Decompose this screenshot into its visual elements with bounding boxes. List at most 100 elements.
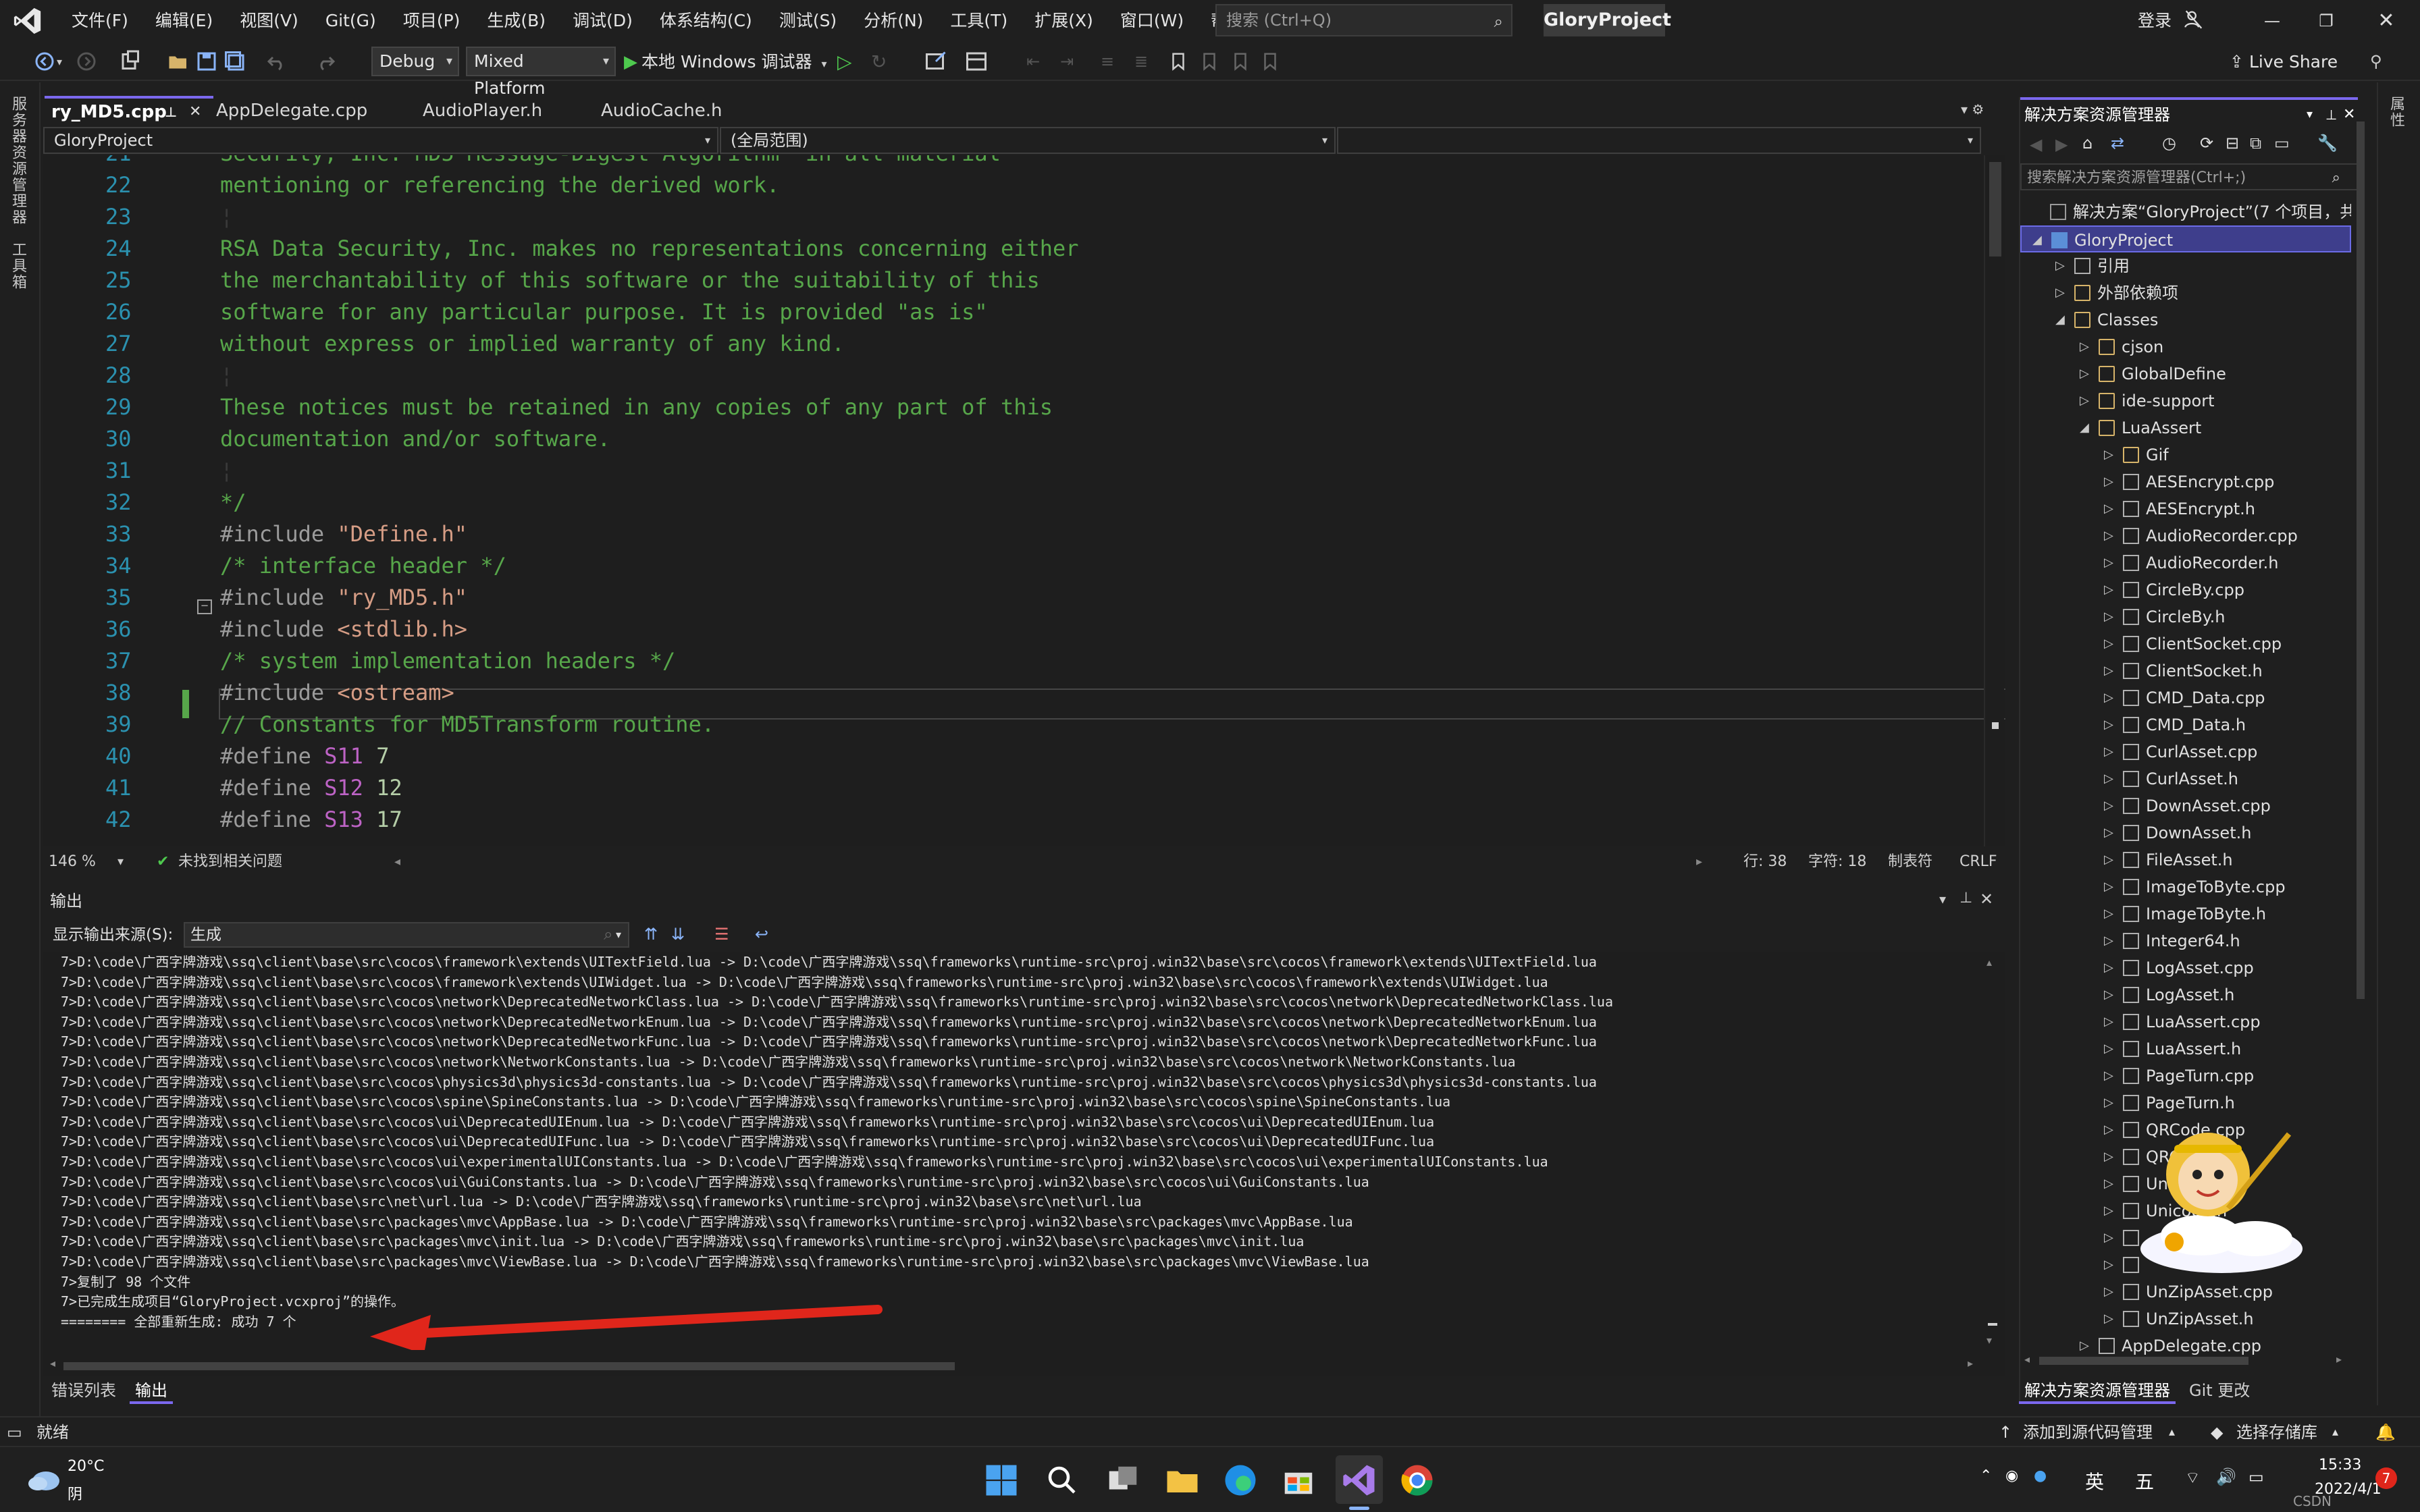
start-without-debugging-icon[interactable]: ▷ xyxy=(837,48,852,75)
collapsed-chevron-icon[interactable]: ▷ xyxy=(2104,1278,2113,1305)
tree-item[interactable]: ▷ PageTurn.cpp xyxy=(2020,1062,2351,1089)
tray-app-icon[interactable]: ◉ xyxy=(2005,1467,2018,1484)
collapsed-chevron-icon[interactable]: ▷ xyxy=(2104,1224,2113,1251)
code-line[interactable]: 28 ¦ xyxy=(43,360,1988,392)
solution-search-input[interactable]: 搜索解决方案资源管理器(Ctrl+;) ⌕ xyxy=(2020,163,2358,190)
line-ending-indicator[interactable]: CRLF xyxy=(1959,846,1997,878)
collapsed-chevron-icon[interactable]: ▷ xyxy=(2104,1035,2113,1062)
tree-item[interactable]: ▷ FileAsset.h xyxy=(2020,846,2351,873)
comment-out-icon[interactable]: ≡ xyxy=(1101,48,1114,75)
close-icon[interactable]: ✕ xyxy=(2343,100,2355,130)
tree-item[interactable]: ◢ Classes xyxy=(2020,306,2351,333)
tree-item[interactable]: ▷ DownAsset.cpp xyxy=(2020,792,2351,819)
back-icon[interactable]: ◀ xyxy=(2030,135,2042,154)
edge-browser-icon[interactable] xyxy=(1222,1462,1259,1498)
expanded-chevron-icon[interactable]: ◢ xyxy=(2080,414,2089,441)
navigate-forward-icon[interactable] xyxy=(74,48,99,75)
collapsed-chevron-icon[interactable]: ▷ xyxy=(2104,1062,2113,1089)
properties-tab[interactable]: 属性 xyxy=(2385,96,2406,128)
output-text-area[interactable]: 7>D:\code\广西字牌游戏\ssq\client\base\src\coc… xyxy=(43,952,2005,1357)
collapsed-chevron-icon[interactable]: ▷ xyxy=(2104,738,2113,765)
collapsed-chevron-icon[interactable]: ▷ xyxy=(2080,360,2089,387)
bookmark-clear-icon[interactable] xyxy=(1260,48,1280,75)
close-icon[interactable]: ✕ xyxy=(189,99,201,126)
weather-temperature[interactable]: 20°C xyxy=(68,1458,104,1475)
sync-icon[interactable]: ⟳ xyxy=(2200,134,2213,153)
code-line[interactable]: 39 // Constants for MD5Transform routine. xyxy=(43,709,1988,740)
forward-icon[interactable]: ▶ xyxy=(2055,135,2068,154)
collapsed-chevron-icon[interactable]: ▷ xyxy=(2104,1197,2113,1224)
tray-overflow-icon[interactable]: ⌃ xyxy=(1980,1467,1992,1484)
tree-item[interactable]: ◢ LuaAssert xyxy=(2020,414,2351,441)
menu-git[interactable]: Git(G) xyxy=(312,0,390,42)
notification-count-badge[interactable]: 7 xyxy=(2375,1467,2397,1489)
pin-icon[interactable]: ⊥ xyxy=(1959,890,1972,907)
select-repository-button[interactable]: 选择存储库 xyxy=(2236,1418,2317,1447)
menu-view[interactable]: 视图(V) xyxy=(226,0,312,42)
tree-item[interactable]: ▷ DownAsset.h xyxy=(2020,819,2351,846)
properties-wrench-icon[interactable]: 🔧 xyxy=(2317,134,2338,153)
scroll-left-icon[interactable]: ◂ xyxy=(394,846,400,878)
tree-item[interactable]: ▷ CMD_Data.cpp xyxy=(2020,684,2351,711)
tree-item[interactable]: ▷ ide-support xyxy=(2020,387,2351,414)
live-share-button[interactable]: ⇪ Live Share xyxy=(2230,47,2338,77)
tree-item[interactable]: ▷ AudioRecorder.h xyxy=(2020,549,2351,576)
ime-language-indicator[interactable]: 英 xyxy=(2085,1467,2104,1494)
code-line[interactable]: 40 #define S11 7 xyxy=(43,740,1988,772)
layout-icon[interactable] xyxy=(964,48,989,75)
battery-icon[interactable]: ▭ xyxy=(2248,1467,2264,1486)
hot-reload-icon[interactable]: ↻ xyxy=(871,48,887,75)
tree-item[interactable]: ▷ AudioRecorder.cpp xyxy=(2020,522,2351,549)
menu-edit[interactable]: 编辑(E) xyxy=(142,0,226,42)
scrollbar-thumb[interactable] xyxy=(2357,122,2365,999)
visual-studio-logo-icon[interactable] xyxy=(12,5,43,36)
save-icon[interactable] xyxy=(194,48,219,75)
collapsed-chevron-icon[interactable]: ▷ xyxy=(2104,792,2113,819)
line-indicator[interactable]: 行: 38 xyxy=(1743,846,1787,878)
tab-solution-explorer[interactable]: 解决方案资源管理器 xyxy=(2019,1377,2176,1404)
collapsed-chevron-icon[interactable]: ▷ xyxy=(2080,387,2089,414)
tree-item[interactable]: ▷ 引用 xyxy=(2020,252,2351,279)
code-line[interactable]: 30 documentation and/or software. xyxy=(43,423,1988,455)
code-line[interactable]: 22 mentioning or referencing the derived … xyxy=(43,169,1988,201)
tree-item[interactable]: ▷ LogAsset.cpp xyxy=(2020,954,2351,981)
panel-options-icon[interactable]: ▾ xyxy=(2307,100,2313,130)
new-project-icon[interactable] xyxy=(119,48,143,75)
next-message-icon[interactable]: ⇊ xyxy=(671,925,685,944)
uncomment-icon[interactable]: ≣ xyxy=(1134,48,1148,75)
undo-icon[interactable] xyxy=(265,48,289,75)
collapsed-chevron-icon[interactable]: ▷ xyxy=(2104,954,2113,981)
output-horizontal-scrollbar[interactable]: ◂ ▸ xyxy=(43,1357,2005,1376)
preview-icon[interactable]: ▭ xyxy=(2274,134,2290,153)
menu-window[interactable]: 窗口(W) xyxy=(1107,0,1197,42)
clock-time[interactable]: 15:33 xyxy=(2319,1457,2361,1474)
tab-error-list[interactable]: 错误列表 xyxy=(46,1377,122,1404)
open-file-icon[interactable] xyxy=(166,48,190,75)
navigate-back-icon[interactable]: ▾ xyxy=(32,48,62,75)
tabs-indicator[interactable]: 制表符 xyxy=(1888,846,1932,878)
scrollbar-thumb[interactable] xyxy=(1989,162,2001,256)
scrollbar-thumb[interactable] xyxy=(63,1362,955,1370)
tree-item[interactable]: ▷ ImageToByte.cpp xyxy=(2020,873,2351,900)
code-line[interactable]: 32 */ xyxy=(43,487,1988,518)
project-navigation-select[interactable]: GloryProject ▾ xyxy=(43,127,718,154)
solution-vertical-scrollbar[interactable] xyxy=(2357,122,2365,1384)
home-icon[interactable]: ⌂ xyxy=(2082,134,2093,153)
collapsed-chevron-icon[interactable]: ▷ xyxy=(2104,846,2113,873)
code-line[interactable]: 33 #include "Define.h" xyxy=(43,518,1988,550)
tab-audiocache-h[interactable]: AudioCache.h xyxy=(594,96,770,127)
clear-all-icon[interactable]: ☰ xyxy=(714,925,729,944)
server-explorer-tab[interactable]: 服务器资源管理器 xyxy=(7,96,28,225)
tab-appdelegate-cpp[interactable]: AppDelegate.cpp xyxy=(209,96,419,127)
close-icon[interactable]: ✕ xyxy=(1980,890,1993,909)
collapsed-chevron-icon[interactable]: ▷ xyxy=(2104,711,2113,738)
collapsed-chevron-icon[interactable]: ▷ xyxy=(2104,819,2113,846)
tree-item[interactable]: ▷ CircleBy.h xyxy=(2020,603,2351,630)
task-view-icon[interactable] xyxy=(1105,1462,1141,1498)
collapsed-chevron-icon[interactable]: ▷ xyxy=(2104,468,2113,495)
code-line[interactable]: 36 #include <stdlib.h> xyxy=(43,614,1988,645)
windows-start-icon[interactable] xyxy=(983,1462,1020,1498)
tab-output[interactable]: 输出 xyxy=(130,1377,173,1404)
feedback-icon[interactable]: ⚲ xyxy=(2370,48,2382,75)
microsoft-store-icon[interactable] xyxy=(1280,1462,1317,1498)
